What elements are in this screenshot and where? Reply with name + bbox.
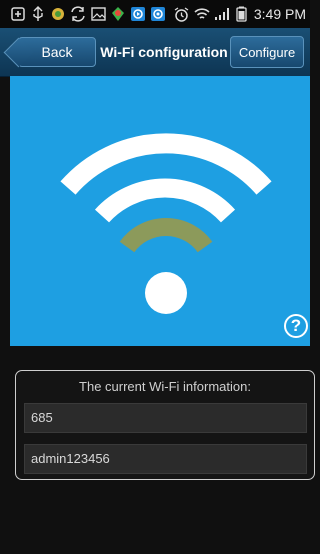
page-title: Wi-Fi configuration xyxy=(100,44,228,60)
usb-icon xyxy=(30,6,46,22)
wifi-arc-inner xyxy=(119,217,213,253)
clock: 3:49 PM xyxy=(253,6,306,22)
back-button-label: Back xyxy=(41,44,73,60)
add-icon xyxy=(10,6,26,22)
header-bar: Back Wi-Fi configuration Configure xyxy=(0,28,310,77)
wifi-signal-icon xyxy=(60,133,272,314)
status-bar: 3:49 PM xyxy=(0,0,310,28)
wifi-illustration: ? xyxy=(10,76,310,346)
configure-button[interactable]: Configure xyxy=(230,36,304,68)
wifi-arc-middle xyxy=(94,178,236,223)
wifi-dot xyxy=(145,272,187,314)
system-icons: 3:49 PM xyxy=(174,5,306,23)
ssid-field[interactable]: 685 xyxy=(24,403,307,433)
app-icon-2 xyxy=(110,6,126,22)
wifi-info-heading: The current Wi-Fi information: xyxy=(79,379,251,394)
signal-icon xyxy=(214,6,230,22)
back-button[interactable]: Back xyxy=(18,37,96,67)
wifi-icon xyxy=(194,6,210,22)
wifi-info-panel: The current Wi-Fi information: 685 admin… xyxy=(15,370,315,480)
password-field[interactable]: admin123456 xyxy=(24,444,307,474)
app-icon xyxy=(50,6,66,22)
video-icon xyxy=(130,6,146,22)
alarm-icon xyxy=(174,6,190,22)
image-icon xyxy=(90,6,106,22)
battery-icon xyxy=(234,6,250,22)
video-icon-2 xyxy=(150,6,166,22)
notification-icons xyxy=(10,5,166,23)
sync-icon xyxy=(70,6,86,22)
help-button[interactable]: ? xyxy=(284,314,308,338)
